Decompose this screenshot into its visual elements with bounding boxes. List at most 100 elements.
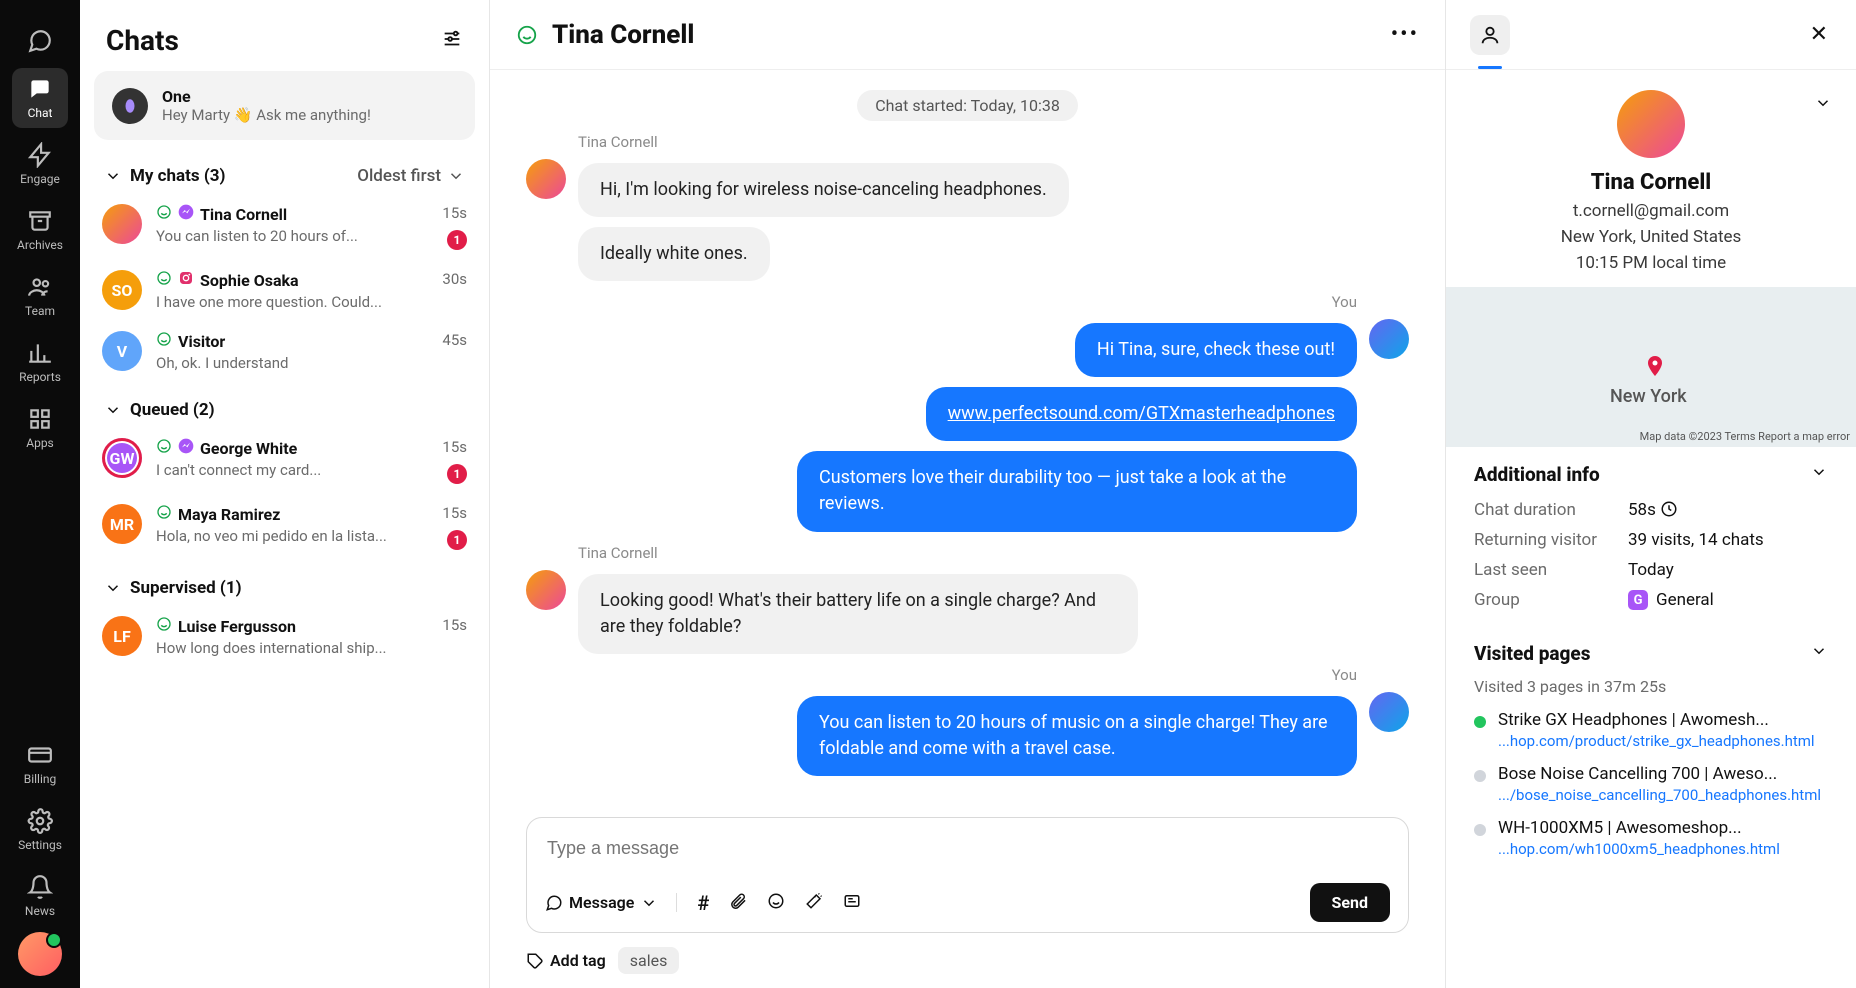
additional-collapse[interactable] xyxy=(1810,463,1828,486)
hash-button[interactable]: # xyxy=(697,891,709,915)
avatar: V xyxy=(102,331,142,371)
chat-row[interactable]: SO Sophie Osaka I have one more question… xyxy=(80,260,489,321)
section-queued-label: Queued (2) xyxy=(130,400,215,420)
message-author: You xyxy=(1332,293,1357,311)
attachment-button[interactable] xyxy=(729,892,747,914)
nav-speech[interactable] xyxy=(12,20,68,62)
message-bubble: Ideally white ones. xyxy=(578,227,770,281)
chat-time: 30s xyxy=(442,270,467,288)
chat-row[interactable]: MR Maya Ramirez Hola, no veo mi pedido e… xyxy=(80,494,489,560)
tag-icon xyxy=(526,952,544,970)
chat-time: 15s xyxy=(442,438,467,456)
smile-icon xyxy=(156,616,172,636)
chevron-down-icon xyxy=(104,401,122,419)
kv-lastseen-v: Today xyxy=(1628,560,1828,580)
kv-duration-k: Chat duration xyxy=(1474,500,1614,520)
message-bubble: Customers love their durability too — ju… xyxy=(797,451,1357,531)
chat-preview: How long does international ship... xyxy=(156,639,407,657)
chat-bubble-icon xyxy=(545,894,563,912)
message-avatar xyxy=(526,570,566,610)
section-supervised-toggle[interactable]: Supervised (1) xyxy=(104,578,242,598)
message-bubble: www.perfectsound.com/GTXmasterheadphones xyxy=(926,387,1357,441)
chat-time: 15s xyxy=(442,204,467,222)
avatar xyxy=(102,204,142,244)
profile-location: New York, United States xyxy=(1474,227,1828,247)
close-panel-button[interactable]: ✕ xyxy=(1806,18,1832,51)
map-city: New York xyxy=(1610,386,1687,407)
message-bubble: Hi Tina, sure, check these out! xyxy=(1075,323,1357,377)
source-icon xyxy=(178,270,194,290)
visited-page[interactable]: Bose Noise Cancelling 700 | Aweso... ...… xyxy=(1474,764,1828,804)
smile-icon xyxy=(156,270,172,290)
chat-row[interactable]: GW George White I can't connect my card.… xyxy=(80,428,489,494)
avatar: LF xyxy=(102,616,142,656)
message-avatar xyxy=(1369,692,1409,732)
message-type-button[interactable]: Message xyxy=(545,893,677,912)
nav-engage-label: Engage xyxy=(20,172,60,186)
filter-button[interactable] xyxy=(441,28,463,54)
map-pin-icon xyxy=(1643,354,1667,378)
source-icon xyxy=(178,438,194,458)
visited-title: Strike GX Headphones | Awomesh... xyxy=(1498,710,1828,730)
profile-collapse[interactable] xyxy=(1814,94,1832,116)
canned-button[interactable] xyxy=(843,892,861,914)
section-mychats-toggle[interactable]: My chats (3) xyxy=(104,166,226,186)
nav-chat-label: Chat xyxy=(28,106,53,120)
template-icon xyxy=(843,892,861,910)
send-button[interactable]: Send xyxy=(1310,883,1390,922)
location-map[interactable]: New York Map data ©2023 Terms Report a m… xyxy=(1446,287,1856,447)
nav-billing[interactable]: Billing xyxy=(12,734,68,794)
nav-news[interactable]: News xyxy=(12,866,68,926)
profile-avatar xyxy=(1617,90,1685,158)
visited-url: ...hop.com/wh1000xm5_headphones.html xyxy=(1498,840,1828,858)
status-dot xyxy=(1474,716,1486,728)
status-dot xyxy=(1474,770,1486,782)
section-mychats-label: My chats (3) xyxy=(130,166,226,186)
chat-start-chip: Chat started: Today, 10:38 xyxy=(857,90,1078,121)
nav-engage[interactable]: Engage xyxy=(12,134,68,194)
source-icon xyxy=(178,204,194,224)
nav-settings[interactable]: Settings xyxy=(12,800,68,860)
visited-collapse[interactable] xyxy=(1810,642,1828,665)
nav-archives[interactable]: Archives xyxy=(12,200,68,260)
chat-row[interactable]: Tina Cornell You can listen to 20 hours … xyxy=(80,194,489,260)
chat-row[interactable]: V Visitor Oh, ok. I understand 45s xyxy=(80,321,489,382)
nav-reports[interactable]: Reports xyxy=(12,332,68,392)
chat-name: Maya Ramirez xyxy=(178,505,280,524)
nav-team[interactable]: Team xyxy=(12,266,68,326)
add-tag-label: Add tag xyxy=(550,951,606,970)
kv-lastseen-k: Last seen xyxy=(1474,560,1614,580)
visited-page[interactable]: WH-1000XM5 | Awesomeshop... ...hop.com/w… xyxy=(1474,818,1828,858)
sort-label: Oldest first xyxy=(357,166,441,186)
chats-title: Chats xyxy=(106,24,179,57)
nav-settings-label: Settings xyxy=(18,838,62,852)
one-icon xyxy=(112,88,148,124)
profile-tab[interactable] xyxy=(1470,15,1510,55)
visited-page[interactable]: Strike GX Headphones | Awomesh... ...hop… xyxy=(1474,710,1828,750)
nav-chat[interactable]: Chat xyxy=(12,68,68,128)
section-queued-toggle[interactable]: Queued (2) xyxy=(104,400,215,420)
message-avatar xyxy=(1369,319,1409,359)
add-tag-button[interactable]: Add tag xyxy=(526,951,606,970)
sort-button[interactable]: Oldest first xyxy=(357,166,465,186)
profile-localtime: 10:15 PM local time xyxy=(1474,253,1828,273)
chat-row[interactable]: LF Luise Fergusson How long does interna… xyxy=(80,606,489,667)
section-supervised-label: Supervised (1) xyxy=(130,578,242,598)
tag-chip[interactable]: sales xyxy=(618,947,680,974)
nav-apps[interactable]: Apps xyxy=(12,398,68,458)
magic-button[interactable] xyxy=(805,892,823,914)
message-type-label: Message xyxy=(569,893,634,912)
emoji-button[interactable] xyxy=(767,892,785,914)
chat-list-panel: Chats One Hey Marty 👋 Ask me anything! M… xyxy=(80,0,490,988)
me-avatar[interactable] xyxy=(18,932,62,976)
user-icon xyxy=(1479,24,1501,46)
message-link[interactable]: www.perfectsound.com/GTXmasterheadphones xyxy=(948,403,1335,424)
message-input[interactable] xyxy=(545,832,1390,865)
message-bubble: Looking good! What's their battery life … xyxy=(578,574,1138,654)
info-panel: ✕ Tina Cornell t.cornell@gmail.com New Y… xyxy=(1446,0,1856,988)
conversation-menu-button[interactable]: ••• xyxy=(1391,22,1419,47)
smile-icon xyxy=(156,504,172,524)
chat-name: Sophie Osaka xyxy=(200,271,299,290)
chevron-down-icon xyxy=(104,167,122,185)
one-assistant-card[interactable]: One Hey Marty 👋 Ask me anything! xyxy=(94,71,475,140)
